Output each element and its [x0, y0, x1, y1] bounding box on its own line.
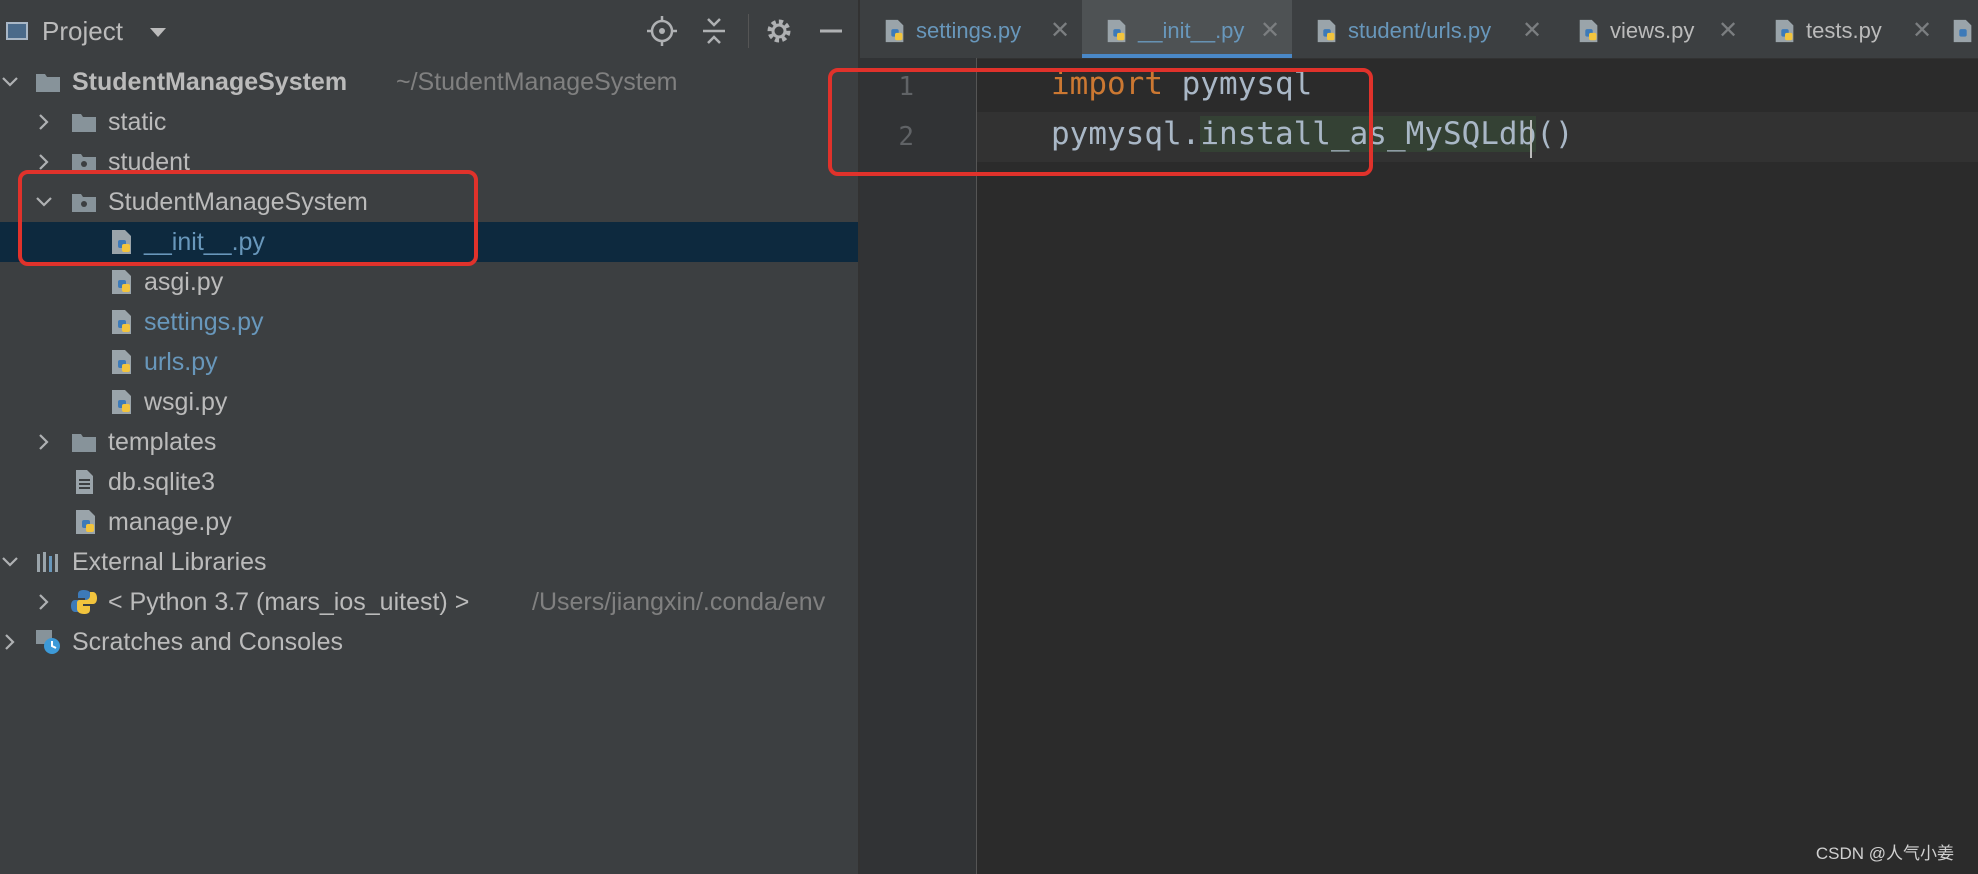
chevron-right-icon[interactable] [34, 592, 54, 612]
tab-tests[interactable]: tests.py ✕ [1750, 0, 1944, 58]
project-window-icon [6, 22, 28, 40]
project-toolbar: Project [0, 0, 858, 62]
gear-icon[interactable] [762, 14, 796, 48]
folder-icon [72, 114, 96, 132]
tree-item-static[interactable]: static [0, 102, 858, 142]
library-icon [37, 552, 58, 572]
text-file-icon [76, 470, 93, 494]
call-parens: () [1536, 116, 1574, 152]
tree-item-manage[interactable]: manage.py [0, 502, 858, 542]
tree-item-label: static [108, 108, 167, 136]
annotation-highlight-box [828, 68, 1373, 176]
code-area[interactable]: import pymysql pymysql.install_as_MySQLd… [828, 58, 1978, 874]
close-icon[interactable]: ✕ [1260, 0, 1280, 62]
tab-settings[interactable]: settings.py ✕ [860, 0, 1082, 58]
tree-item-path: ~/StudentManageSystem [396, 68, 678, 96]
tree-item-asgi[interactable]: asgi.py [0, 262, 858, 302]
chevron-right-icon[interactable] [34, 152, 54, 172]
tree-item-external-libraries[interactable]: External Libraries [0, 542, 858, 582]
python-file-icon [1775, 19, 1794, 43]
python-file-icon [1317, 19, 1336, 43]
python-file-icon [112, 350, 131, 374]
project-title[interactable]: Project [42, 16, 123, 47]
chevron-right-icon[interactable] [34, 112, 54, 132]
python-file-icon [76, 510, 95, 534]
folder-icon [72, 434, 96, 452]
tab-overflow[interactable] [1944, 0, 1978, 58]
tree-item-settings[interactable]: settings.py [0, 302, 858, 342]
tree-item-db[interactable]: db.sqlite3 [0, 462, 858, 502]
tree-item-label: db.sqlite3 [108, 468, 216, 496]
hide-icon[interactable] [814, 14, 848, 48]
annotation-highlight-box [18, 170, 478, 266]
close-icon[interactable]: ✕ [1050, 0, 1070, 62]
tree-item-urls[interactable]: urls.py [0, 342, 858, 382]
close-icon[interactable]: ✕ [1718, 0, 1738, 62]
tab-label: __init__.py [1138, 18, 1245, 43]
editor-tab-bar: settings.py ✕ __init__.py ✕ student/urls… [860, 0, 1978, 59]
tree-item-label: External Libraries [72, 548, 267, 576]
line-number-gutter[interactable]: 1 2 [860, 58, 977, 874]
tree-item-path: /Users/jiangxin/.conda/env [532, 588, 826, 616]
python-file-icon [112, 270, 131, 294]
python-file-icon [112, 390, 131, 414]
close-icon[interactable]: ✕ [1522, 0, 1542, 62]
tree-item-label: < Python 3.7 (mars_ios_uitest) > [108, 588, 470, 616]
chevron-right-icon[interactable] [0, 632, 20, 652]
toolbar-separator [748, 14, 749, 48]
python-file-icon [112, 310, 131, 334]
locate-icon[interactable] [645, 14, 679, 48]
python-logo-icon [71, 590, 97, 614]
python-file-icon [885, 19, 904, 43]
tree-item-label: manage.py [108, 508, 232, 536]
tree-item-label: StudentManageSystem [72, 68, 348, 96]
tab-student-urls[interactable]: student/urls.py ✕ [1292, 0, 1554, 58]
tree-item-label: asgi.py [144, 268, 224, 296]
tab-label: student/urls.py [1348, 18, 1492, 43]
python-file-icon [1107, 19, 1126, 43]
scratches-icon [36, 630, 60, 654]
collapse-all-icon[interactable] [697, 14, 731, 48]
tree-item-label: Scratches and Consoles [72, 628, 343, 656]
tree-item-wsgi[interactable]: wsgi.py [0, 382, 858, 422]
chevron-down-icon[interactable] [0, 72, 20, 92]
chevron-down-icon[interactable] [0, 552, 20, 572]
tree-item-label: templates [108, 428, 217, 456]
chevron-down-icon[interactable] [150, 28, 166, 37]
editor: settings.py ✕ __init__.py ✕ student/urls… [828, 0, 1978, 874]
tree-item-root[interactable]: StudentManageSystem ~/StudentManageSyste… [0, 62, 858, 102]
tab-init[interactable]: __init__.py ✕ [1082, 0, 1292, 58]
tree-item-python-sdk[interactable]: < Python 3.7 (mars_ios_uitest) > /Users/… [0, 582, 858, 622]
tab-label: tests.py [1806, 18, 1882, 43]
tab-label: settings.py [916, 18, 1022, 43]
close-icon[interactable]: ✕ [1912, 0, 1932, 62]
tree-item-label: wsgi.py [144, 388, 228, 416]
text-caret [1530, 120, 1532, 158]
tab-views[interactable]: views.py ✕ [1554, 0, 1750, 58]
tree-item-label: settings.py [144, 308, 264, 336]
folder-icon [36, 74, 60, 92]
tree-item-label: urls.py [144, 348, 218, 376]
tree-item-scratches[interactable]: Scratches and Consoles [0, 622, 858, 662]
tree-item-templates[interactable]: templates [0, 422, 858, 462]
project-panel: Project StudentManageSystem ~/StudentMan… [0, 0, 858, 874]
watermark: CSDN @人气小姜 [1815, 844, 1954, 863]
chevron-right-icon[interactable] [34, 432, 54, 452]
python-file-icon [1579, 19, 1598, 43]
tab-label: views.py [1610, 18, 1695, 43]
python-file-icon [1953, 19, 1972, 43]
